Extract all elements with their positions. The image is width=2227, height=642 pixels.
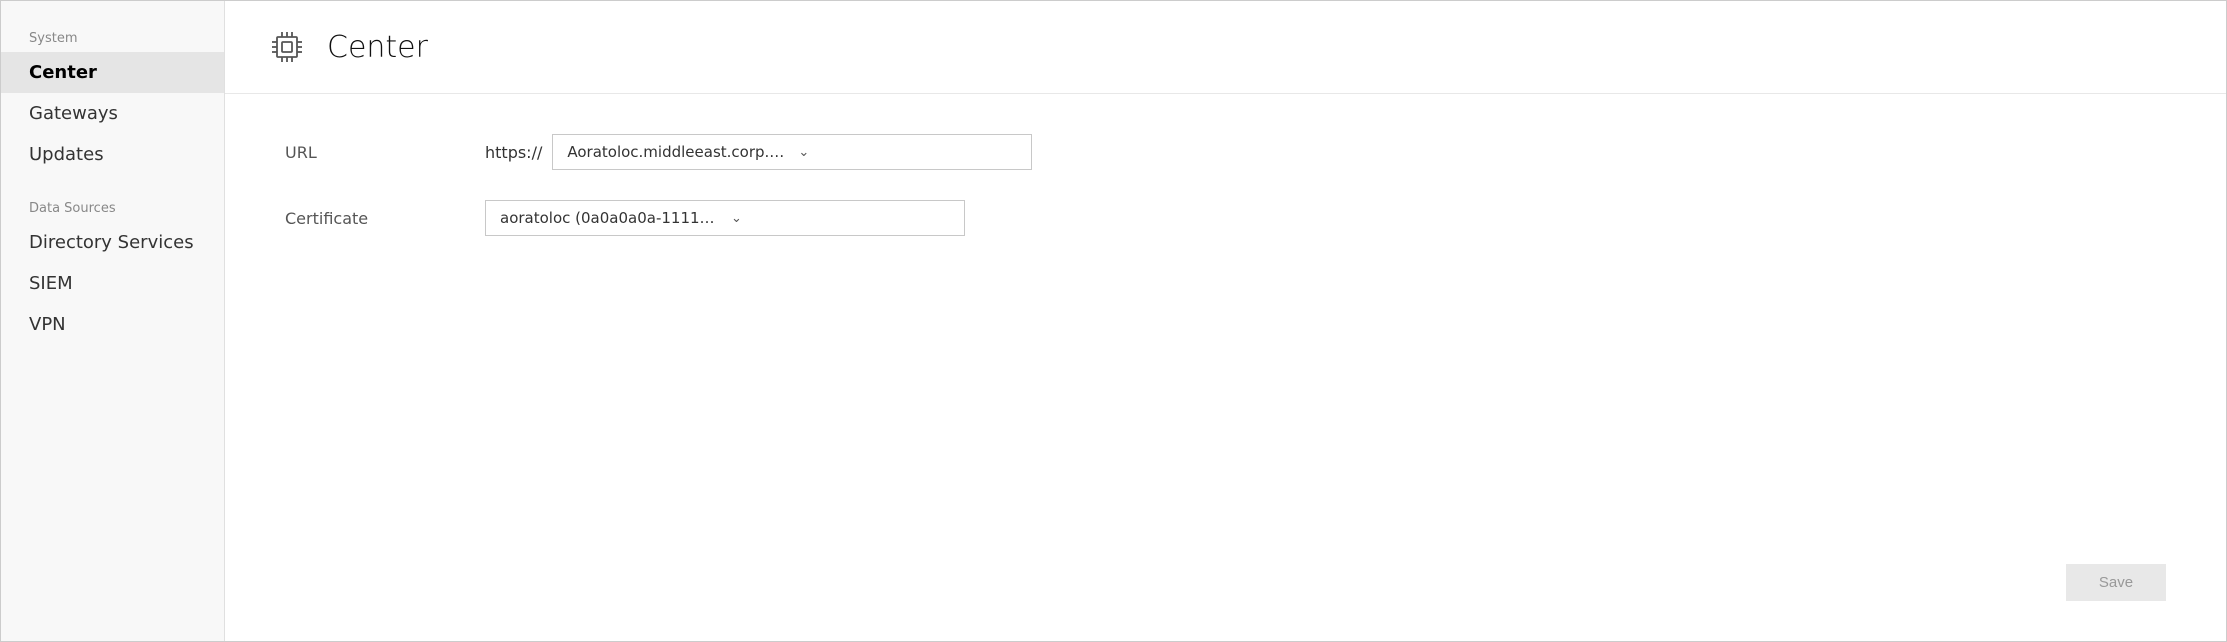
sidebar-item-siem[interactable]: SIEM xyxy=(1,263,224,304)
system-section-label: System xyxy=(1,21,224,52)
data-sources-section-label: Data Sources xyxy=(1,191,224,222)
url-label: URL xyxy=(285,143,485,162)
sidebar-item-vpn[interactable]: VPN xyxy=(1,304,224,345)
app-container: System Center Gateways Updates Data Sour… xyxy=(0,0,2227,642)
sidebar-item-directory-services[interactable]: Directory Services xyxy=(1,222,224,263)
url-row: URL https:// Aoratoloc.middleeast.corp.m… xyxy=(285,134,2166,170)
certificate-row: Certificate aoratoloc (0a0a0a0a-1111-bbb… xyxy=(285,200,2166,236)
sidebar-item-gateways[interactable]: Gateways xyxy=(1,93,224,134)
url-chevron-icon: ⌄ xyxy=(798,145,1017,160)
sidebar: System Center Gateways Updates Data Sour… xyxy=(1,1,225,641)
url-dropdown[interactable]: Aoratoloc.middleeast.corp.microsoft.c...… xyxy=(552,134,1032,170)
sidebar-item-updates[interactable]: Updates xyxy=(1,134,224,175)
url-field: https:// Aoratoloc.middleeast.corp.micro… xyxy=(485,134,1032,170)
certificate-label: Certificate xyxy=(285,209,485,228)
save-button[interactable]: Save xyxy=(2066,564,2166,601)
save-button-area: Save xyxy=(2066,564,2166,601)
url-dropdown-value: Aoratoloc.middleeast.corp.microsoft.c... xyxy=(567,143,786,161)
url-prefix: https:// xyxy=(485,143,542,162)
certificate-dropdown[interactable]: aoratoloc (0a0a0a0a-1111-bbbb-2222-3c3 .… xyxy=(485,200,965,236)
page-header: Center xyxy=(225,1,2226,94)
form-area: URL https:// Aoratoloc.middleeast.corp.m… xyxy=(225,94,2226,641)
certificate-chevron-icon: ⌄ xyxy=(731,211,950,226)
page-title: Center xyxy=(327,30,428,65)
center-icon xyxy=(265,25,309,69)
main-content: Center URL https:// Aoratoloc.middleeast… xyxy=(225,1,2226,641)
certificate-dropdown-value: aoratoloc (0a0a0a0a-1111-bbbb-2222-3c3 .… xyxy=(500,209,719,227)
sidebar-item-center[interactable]: Center xyxy=(1,52,224,93)
